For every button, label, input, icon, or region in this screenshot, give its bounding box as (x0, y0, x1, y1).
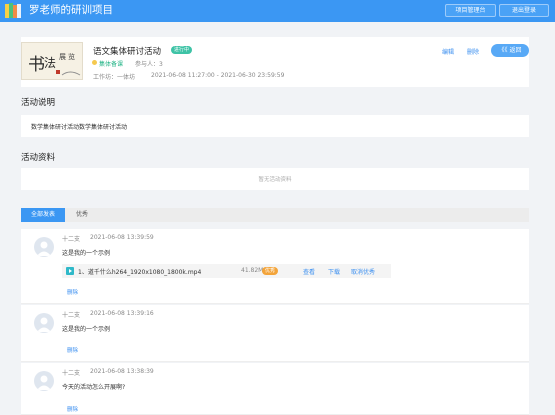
description-text: 数学集体研讨活动数学集体研讨活动 (31, 124, 128, 131)
materials-card: 暂无活动资料 (21, 168, 529, 190)
attachment-name[interactable]: 1、道千什么h264_1920x1080_1800k.mp4 (78, 267, 201, 276)
comment-delete-link[interactable]: 删除 (67, 405, 78, 413)
activity-title: 语文集体研讨活动 (93, 47, 162, 57)
materials-empty-text: 暂无活动资料 (258, 177, 292, 183)
back-button[interactable]: 《《 返回 (491, 44, 529, 57)
comment-author: 十二支 (62, 312, 81, 319)
project-manage-button[interactable]: 项目管理台 (445, 4, 496, 17)
edit-link[interactable]: 编辑 (442, 47, 454, 56)
tab-all-posts[interactable]: 全部发表 (21, 208, 65, 222)
activity-cover-image: 书 法 展 览 (21, 42, 83, 80)
delete-link[interactable]: 删除 (467, 47, 479, 56)
view-link[interactable]: 查看 (303, 267, 315, 276)
logout-button[interactable]: 退出登录 (499, 4, 549, 17)
activity-header: 书 法 展 览 语文集体研讨活动 进行中 集体备课 参与人：3 工作坊：一体坊 … (21, 37, 529, 87)
cover-char-3: 展 (59, 53, 66, 61)
comment-author: 十二支 (62, 236, 81, 243)
user-avatar-icon (34, 313, 54, 333)
participant-count: 参与人：3 (135, 61, 163, 68)
materials-heading: 活动资料 (21, 153, 56, 163)
comment-delete-link[interactable]: 删除 (67, 288, 78, 296)
cover-char-4: 览 (68, 52, 75, 61)
activity-time-range: 2021-06-08 11:27:00 - 2021-06-30 23:59:5… (151, 72, 285, 79)
comment-item: 十二支 2021-06-08 13:39:16 这是我的一个示例 删除 (21, 305, 529, 362)
workroom-label: 工作坊：一体坊 (93, 74, 136, 81)
cover-char-1: 书 (28, 55, 45, 75)
comment-author: 十二支 (62, 370, 81, 377)
cancel-excellent-link[interactable]: 取消优秀 (351, 267, 375, 276)
activity-type: 集体备课 (91, 60, 124, 68)
comment-text: 今天的活动怎么开展啊? (62, 384, 126, 391)
user-avatar-icon (34, 237, 54, 257)
attachment-row: 1、道千什么h264_1920x1080_1800k.mp4 41.82MB 优… (62, 264, 391, 278)
status-badge: 进行中 (171, 46, 193, 54)
books-logo-icon (5, 2, 22, 19)
post-tabs: 全部发表 优秀 (21, 208, 529, 222)
tab-excellent[interactable]: 优秀 (71, 208, 93, 222)
comment-time: 2021-06-08 13:39:59 (90, 234, 154, 241)
comment-item: 十二支 2021-06-08 13:38:39 今天的活动怎么开展啊? 删除 (21, 363, 529, 415)
user-avatar-icon (34, 371, 54, 391)
top-bar: 罗老师的研训项目 项目管理台 退出登录 (0, 0, 555, 22)
comment-time: 2021-06-08 13:38:39 (90, 368, 154, 375)
comment-item: 十二支 2021-06-08 13:39:59 这是我的一个示例 1、道千什么h… (21, 229, 529, 304)
download-link[interactable]: 下载 (328, 267, 340, 276)
comment-text: 这是我的一个示例 (62, 250, 111, 257)
app-title: 罗老师的研训项目 (29, 4, 113, 16)
video-file-icon (66, 267, 74, 275)
comment-text: 这是我的一个示例 (62, 326, 111, 333)
description-card: 数学集体研讨活动数学集体研讨活动 (21, 115, 529, 137)
cover-char-2: 法 (44, 56, 56, 70)
comment-delete-link[interactable]: 删除 (67, 346, 78, 354)
comment-time: 2021-06-08 13:39:16 (90, 310, 154, 317)
description-heading: 活动说明 (21, 98, 56, 108)
excellent-badge: 优秀 (262, 267, 279, 275)
